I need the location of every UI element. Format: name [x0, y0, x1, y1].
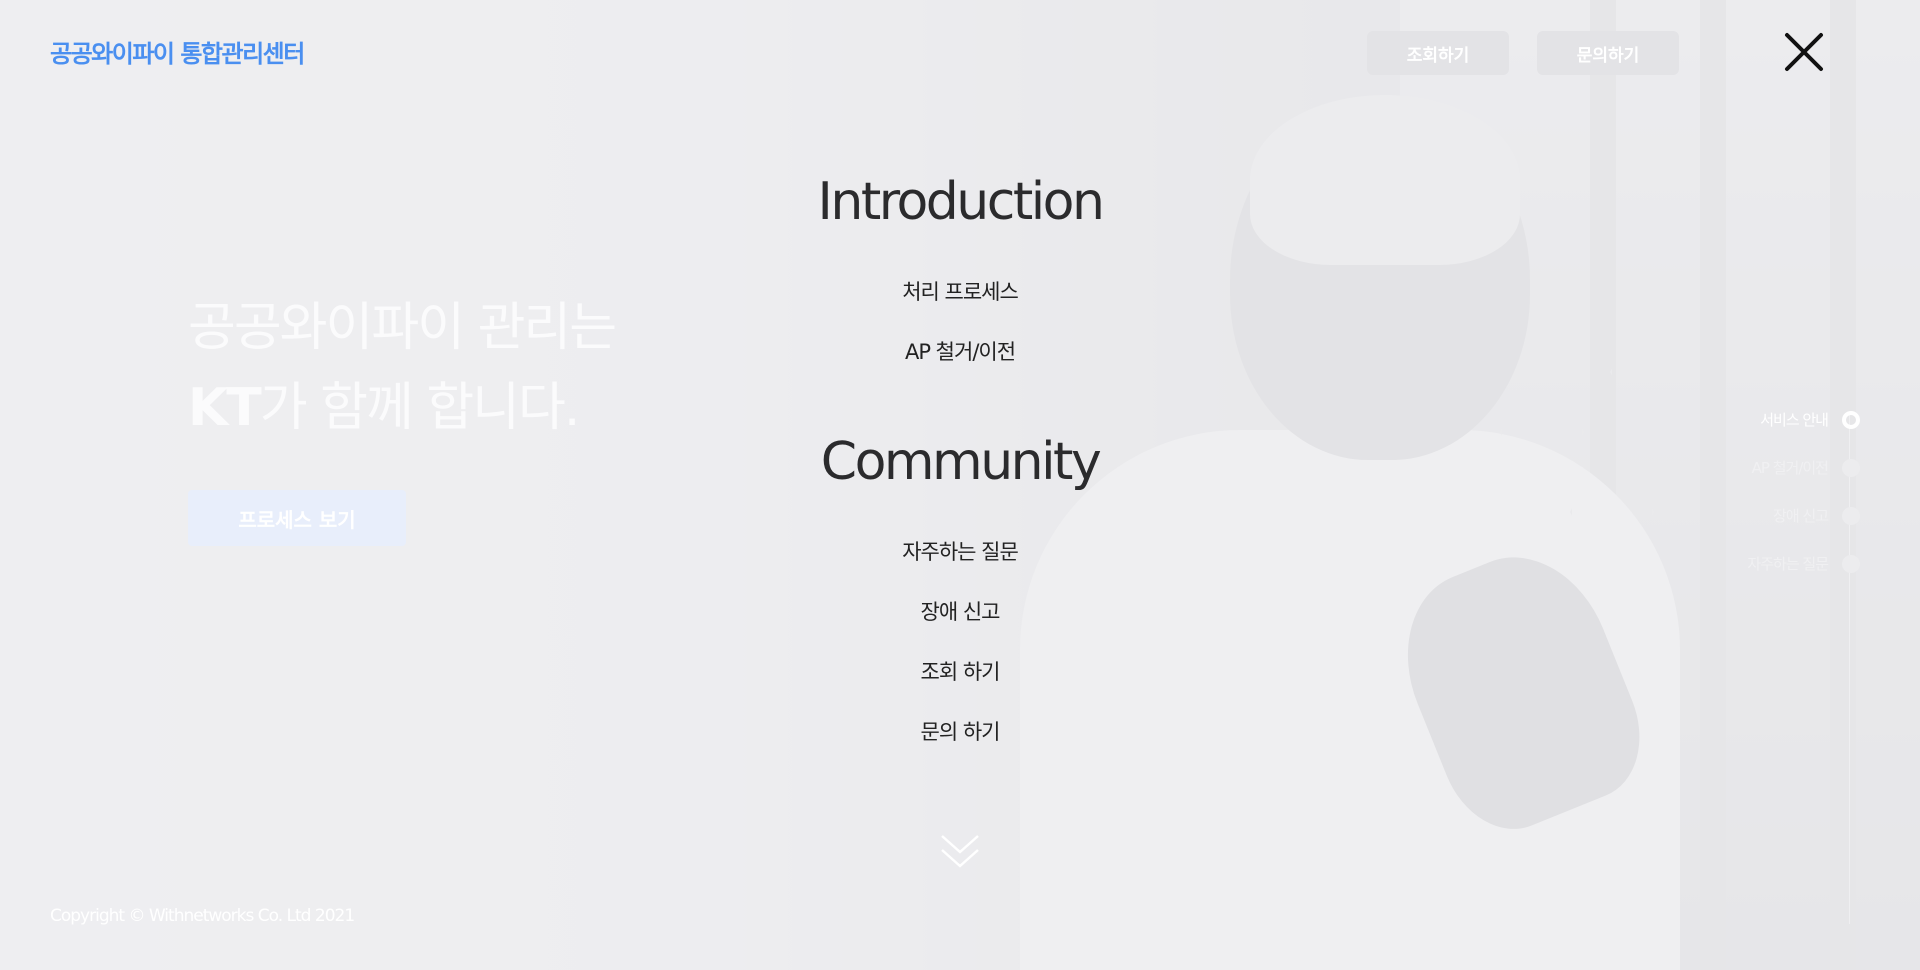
side-nav-label: 장애 신고 [1773, 507, 1829, 525]
menu-link-inquiry[interactable]: 문의 하기 [760, 716, 1160, 746]
side-nav-label: 서비스 안내 [1760, 411, 1829, 429]
side-nav-dot [1842, 554, 1860, 573]
menu-section-community: Community 자주하는 질문 장애 신고 조회 하기 문의 하기 [760, 432, 1160, 744]
menu-link-ap-removal[interactable]: AP 철거/이전 [760, 336, 1160, 366]
hero-brand: KT [188, 378, 262, 438]
side-nav-item-ap-removal[interactable]: AP 철거/이전 [1752, 457, 1860, 478]
side-nav-dot [1842, 458, 1860, 477]
copyright-text: Copyright © Withnetworks Co. Ltd 2021 [50, 906, 355, 926]
close-icon[interactable] [1783, 31, 1825, 73]
menu-link-faq[interactable]: 자주하는 질문 [760, 536, 1160, 566]
inquiry-button[interactable]: 문의하기 [1537, 31, 1679, 75]
hero-headline-rest: 가 함께 합니다. [259, 378, 581, 438]
side-nav-item-service[interactable]: 서비스 안내 [1760, 409, 1860, 430]
side-nav-item-faq[interactable]: 자주하는 질문 [1747, 553, 1860, 574]
menu-heading-introduction: Introduction [817, 172, 1105, 232]
hero-headline-line1: 공공와이파이 관리는 [188, 298, 617, 358]
menu-section-introduction: Introduction 처리 프로세스 AP 철거/이전 [760, 172, 1160, 364]
hero-section: 공공와이파이 관리는 KT가 함께 합니다. 프로세스 보기 [188, 288, 617, 546]
chevron-down-icon[interactable] [940, 832, 980, 872]
side-nav-label: 자주하는 질문 [1747, 555, 1829, 573]
side-nav-dot [1842, 410, 1860, 429]
side-nav-label: AP 철거/이전 [1751, 459, 1829, 477]
view-process-button[interactable]: 프로세스 보기 [188, 490, 406, 546]
menu-link-process[interactable]: 처리 프로세스 [760, 276, 1160, 306]
menu-heading-community: Community [820, 432, 1102, 492]
site-logo[interactable]: 공공와이파이 통합관리센터 [50, 34, 305, 69]
menu-link-fault-report[interactable]: 장애 신고 [760, 596, 1160, 626]
lookup-button[interactable]: 조회하기 [1367, 31, 1509, 75]
side-nav-dot [1842, 506, 1860, 525]
menu-link-lookup[interactable]: 조회 하기 [760, 656, 1160, 686]
side-nav-item-fault-report[interactable]: 장애 신고 [1773, 505, 1860, 526]
side-nav-track [1849, 414, 1850, 924]
hero-headline-line2: KT가 함께 합니다. [188, 368, 615, 448]
